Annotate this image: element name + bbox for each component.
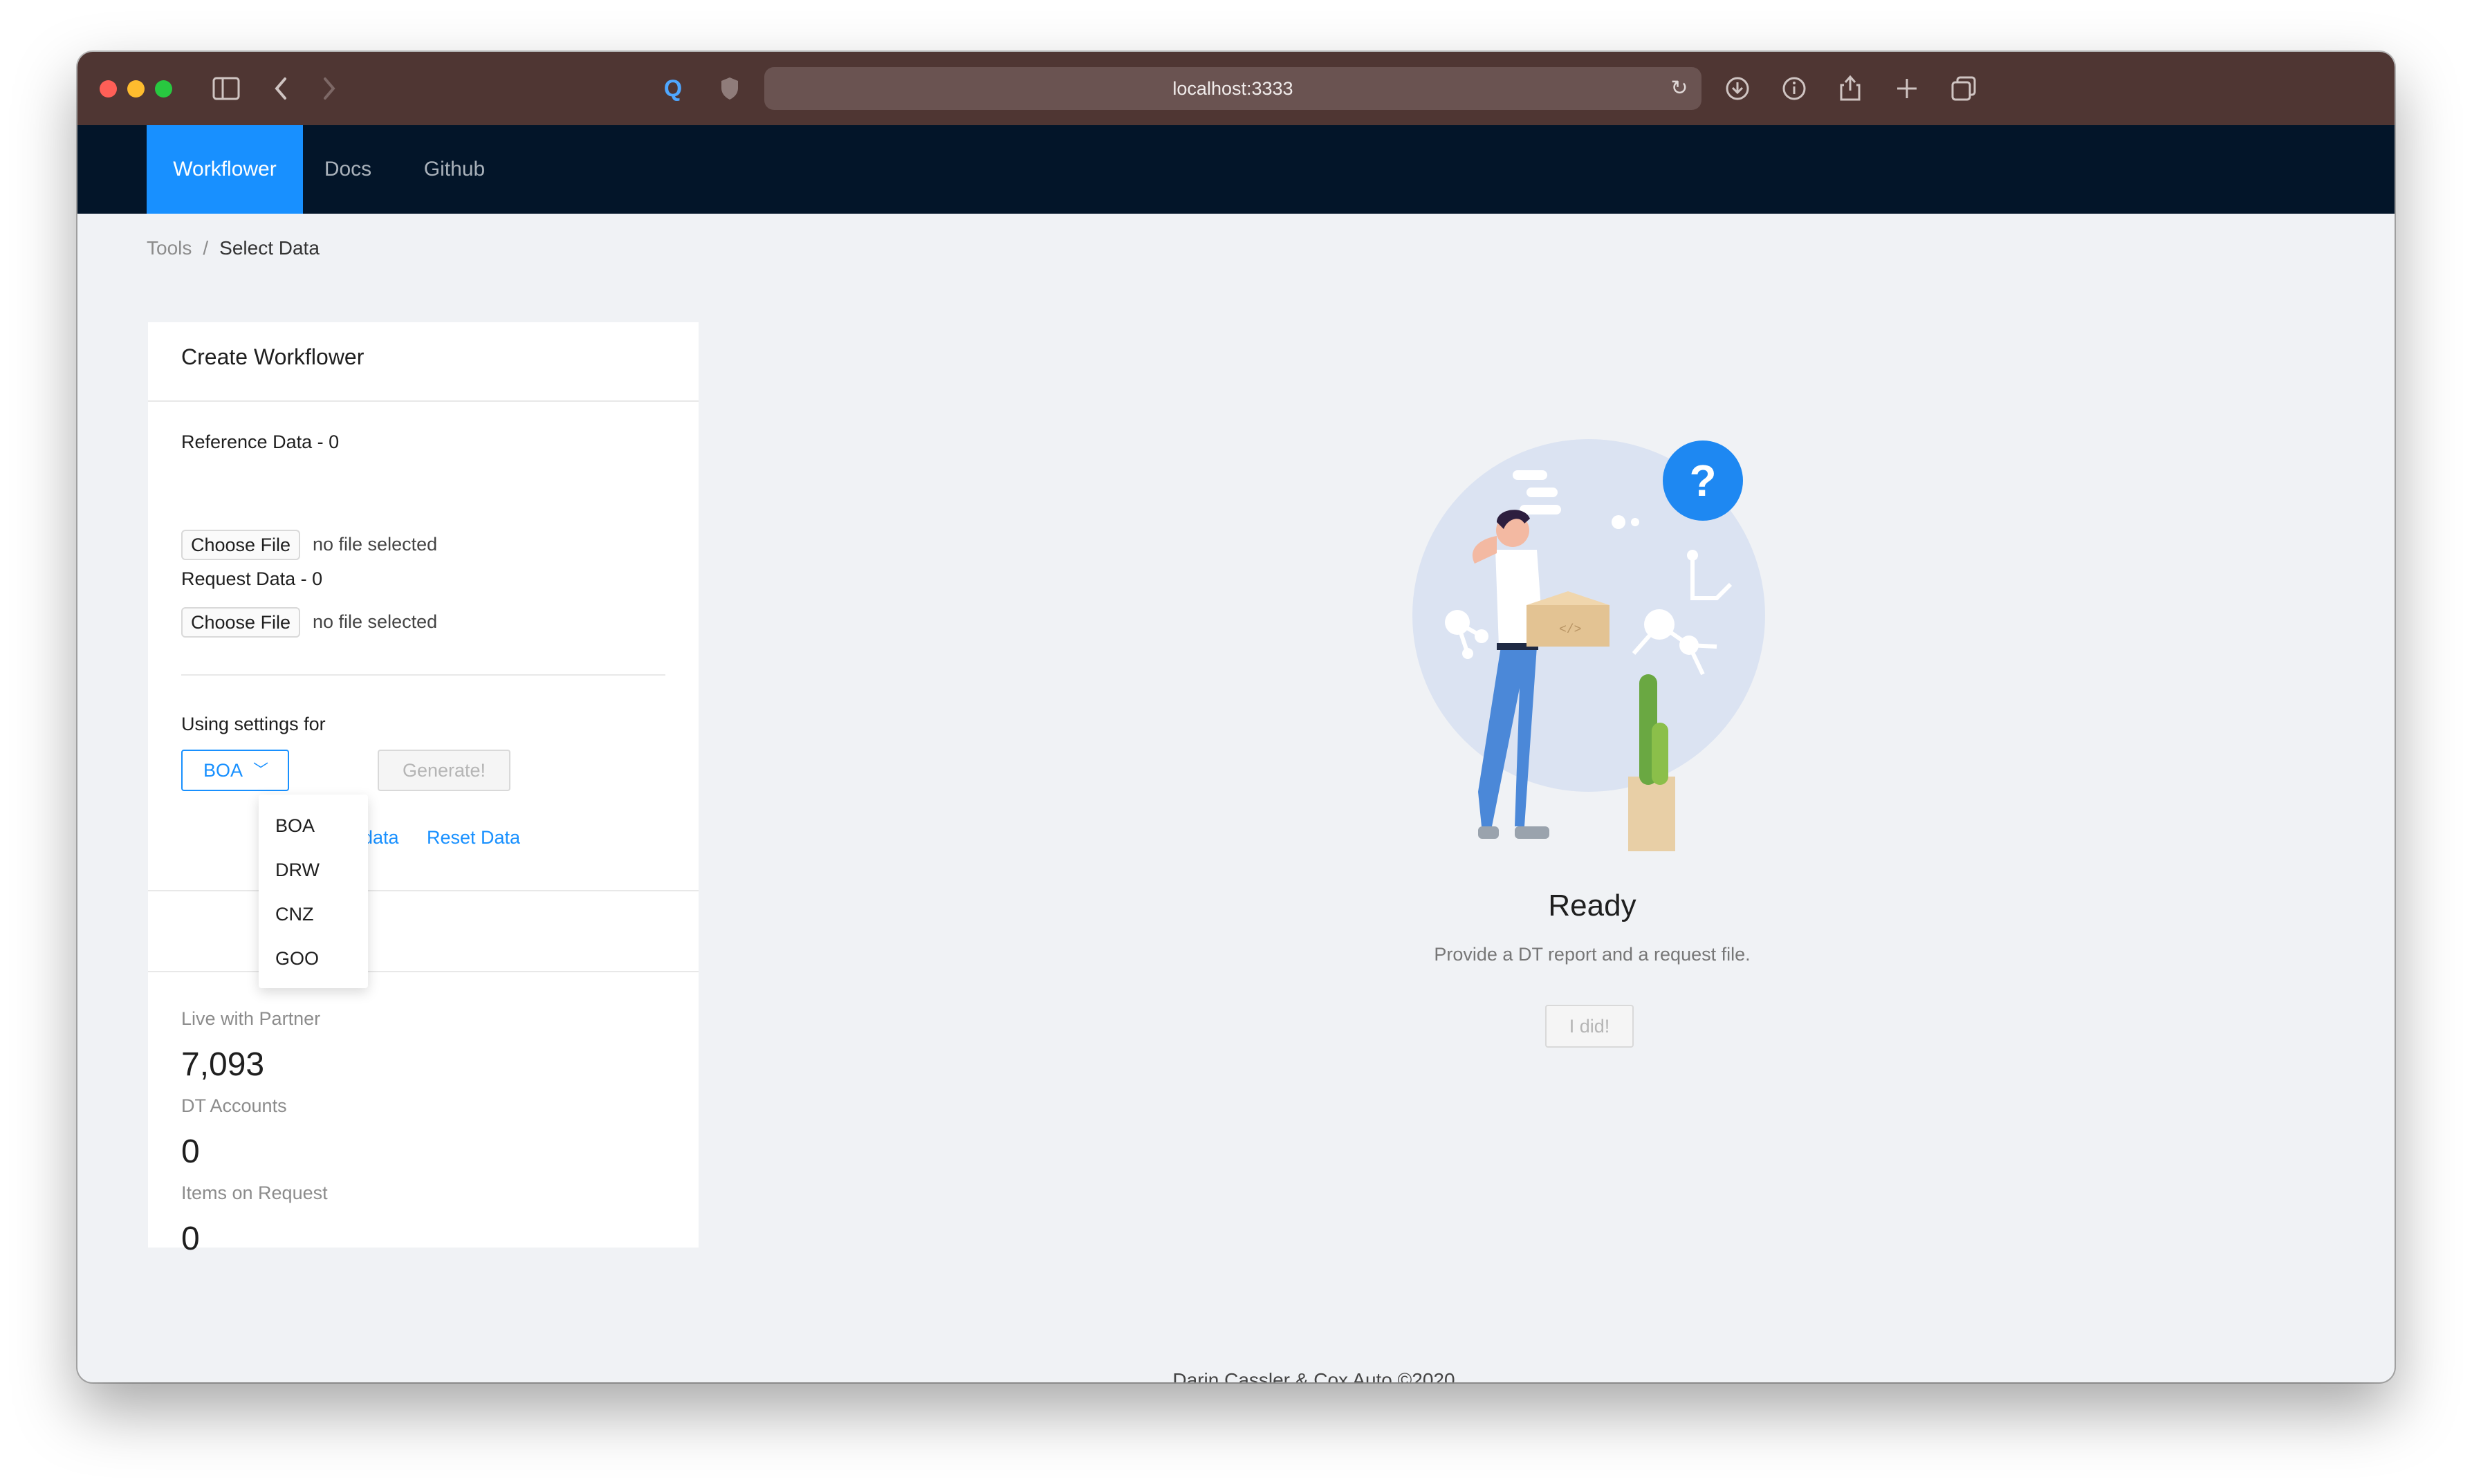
card-stats-divider — [148, 971, 699, 972]
download-icon[interactable] — [1720, 71, 1755, 106]
breadcrumb-separator: / — [203, 237, 209, 259]
reference-file-status: no file selected — [313, 534, 438, 555]
reference-choose-file-button[interactable]: Choose File — [181, 530, 301, 560]
svg-text:</>: </> — [1559, 623, 1581, 637]
settings-select-value: BOA — [203, 760, 243, 781]
close-window-button[interactable] — [100, 80, 117, 98]
settings-select[interactable]: BOA ﹀ — [181, 750, 289, 791]
svg-text:?: ? — [1689, 456, 1716, 506]
request-file-status: no file selected — [313, 611, 438, 632]
reference-data-label: Reference Data - 0 — [181, 432, 340, 452]
i-did-button[interactable]: I did! — [1545, 1005, 1634, 1048]
dropdown-option-cnz[interactable]: CNZ — [275, 904, 314, 925]
card-section-divider — [181, 674, 665, 676]
info-icon[interactable] — [1777, 71, 1811, 106]
ready-title: Ready — [1548, 889, 1636, 922]
reset-data-link[interactable]: Reset Data — [427, 827, 520, 848]
stat-label-dt-accounts: DT Accounts — [181, 1095, 287, 1116]
minimize-window-button[interactable] — [127, 80, 145, 98]
card-header-divider — [148, 400, 699, 402]
ready-illustration: ? </> — [1412, 439, 1765, 851]
tab-overview-icon[interactable] — [1946, 71, 1981, 106]
breadcrumb-current: Select Data — [219, 237, 320, 259]
nav-item-docs[interactable]: Docs — [310, 125, 386, 214]
card-title: Create Workflower — [181, 344, 365, 369]
stat-value-live-with-partner: 7,093 — [181, 1046, 265, 1083]
settings-label: Using settings for — [181, 714, 326, 734]
browser-window: Q localhost:3333 ↻ Workflower Docs Githu… — [77, 52, 2395, 1382]
browser-toolbar: Q localhost:3333 ↻ — [77, 52, 2395, 125]
stat-label-items-on-request: Items on Request — [181, 1182, 328, 1203]
reload-icon[interactable]: ↻ — [1666, 67, 1693, 110]
dropdown-option-boa[interactable]: BOA — [275, 815, 315, 837]
sidebar-toggle-icon[interactable] — [209, 71, 243, 106]
new-tab-icon[interactable] — [1890, 71, 1924, 106]
settings-dropdown-menu: BOA DRW CNZ GOO — [259, 795, 368, 988]
card-stats-divider-top — [148, 890, 699, 891]
zoom-window-button[interactable] — [155, 80, 172, 98]
stat-label-live-with-partner: Live with Partner — [181, 1008, 321, 1029]
nav-item-workflower[interactable]: Workflower — [147, 125, 303, 214]
create-workflower-card: Create Workflower Reference Data - 0 Cho… — [148, 322, 699, 1257]
shield-icon[interactable] — [712, 71, 747, 106]
request-choose-file-button[interactable]: Choose File — [181, 607, 301, 638]
footer: Darin Cassler & Cox Auto ©2020 — [1172, 1369, 1455, 1382]
share-icon[interactable] — [1833, 71, 1867, 106]
address-bar[interactable]: localhost:3333 ↻ — [764, 67, 1701, 110]
ready-subtitle: Provide a DT report and a request file. — [1434, 944, 1751, 965]
extension-q-icon[interactable]: Q — [656, 71, 690, 106]
forward-icon[interactable] — [311, 71, 346, 106]
chevron-down-icon: ﹀ — [252, 761, 268, 779]
stat-value-items-on-request: 0 — [181, 1221, 200, 1257]
dropdown-option-drw[interactable]: DRW — [275, 860, 320, 881]
breadcrumb-tools[interactable]: Tools — [147, 237, 192, 259]
stat-value-dt-accounts: 0 — [181, 1133, 200, 1170]
breadcrumb: Tools / Select Data — [147, 237, 320, 259]
back-icon[interactable] — [264, 71, 299, 106]
dropdown-option-goo[interactable]: GOO — [275, 948, 319, 970]
top-nav: Workflower Docs Github — [77, 125, 2395, 214]
generate-button[interactable]: Generate! — [378, 750, 510, 791]
url-text: localhost:3333 — [1172, 78, 1293, 99]
request-data-label: Request Data - 0 — [181, 568, 323, 589]
nav-item-github[interactable]: Github — [409, 125, 499, 214]
